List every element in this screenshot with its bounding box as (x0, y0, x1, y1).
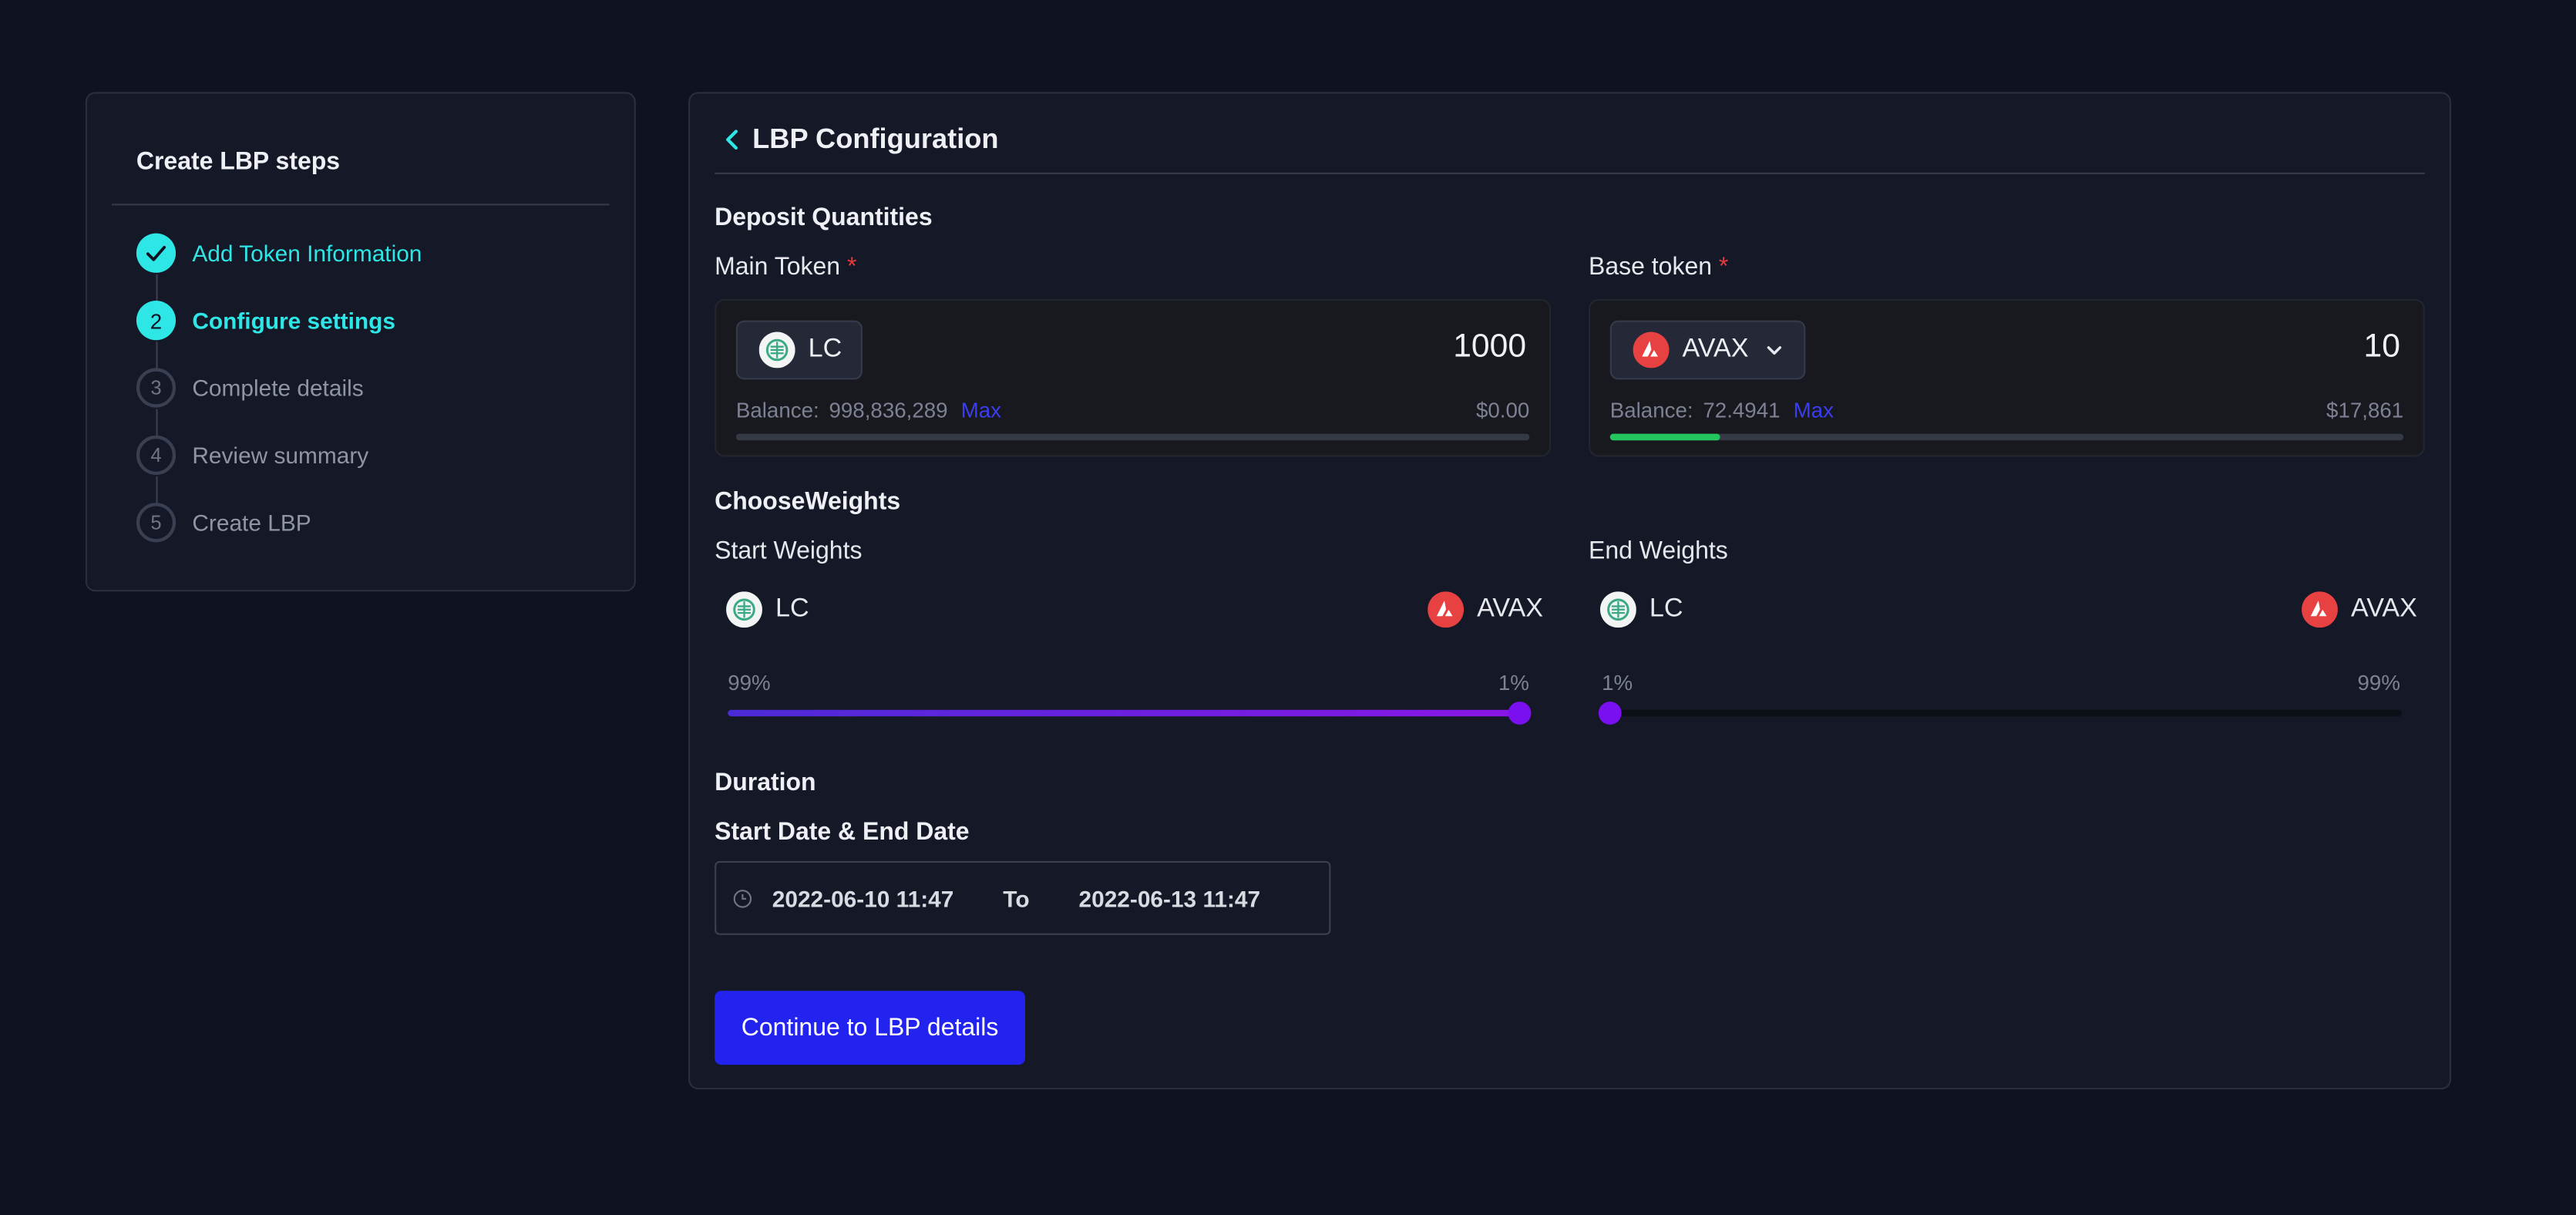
main-token-label: Main Token * (715, 253, 856, 281)
main-token-symbol: LC (808, 335, 842, 364)
start-weights-label: Start Weights (715, 537, 863, 566)
slider-thumb[interactable] (1508, 702, 1532, 725)
step-label: Review summary (192, 442, 369, 469)
base-token-selector[interactable]: AVAX (1609, 320, 1807, 380)
steps-panel: Create LBP steps Add Token Information 2… (85, 92, 636, 592)
lc-token-icon (726, 591, 762, 628)
base-token-card: AVAX Balance: 72.4941 Max $17,861 (1589, 298, 2425, 457)
slider-thumb[interactable] (1598, 702, 1622, 725)
required-mark: * (846, 253, 857, 281)
base-token-usd-value: $17,861 (2326, 397, 2404, 422)
main-token-amount-input[interactable] (1194, 327, 1530, 369)
base-token-balance: Balance: 72.4941 Max (1610, 398, 1834, 422)
step-add-token-information[interactable]: Add Token Information (136, 232, 422, 274)
end-date: 2022-06-13 11:47 (1078, 884, 1261, 911)
step-create-lbp[interactable]: 5 Create LBP (136, 501, 311, 544)
step-number: 2 (136, 301, 177, 341)
chevron-down-icon (1767, 346, 1782, 355)
clock-icon (733, 889, 752, 907)
step-connector (156, 274, 158, 301)
end-right-pct: 99% (2357, 670, 2401, 695)
avax-token-icon (1428, 591, 1465, 628)
base-token-balance-bar (1609, 433, 2404, 441)
step-label: Add Token Information (192, 240, 422, 267)
step-number: 3 (136, 368, 177, 408)
step-label: Configure settings (192, 307, 395, 334)
duration-section-title: Duration (715, 769, 816, 797)
step-connector (156, 409, 158, 437)
lc-token-icon (1599, 591, 1636, 628)
start-date: 2022-06-10 11:47 (772, 884, 954, 911)
main-token-selector[interactable]: LC (735, 320, 863, 380)
date-range-picker[interactable]: 2022-06-10 11:47 To 2022-06-13 11:47 (715, 860, 1331, 935)
steps-divider (111, 204, 610, 206)
main-token-balance: Balance: 998,836,289 Max (736, 398, 1001, 422)
step-complete-details[interactable]: 3 Complete details (136, 366, 364, 409)
step-number: 4 (136, 435, 177, 475)
step-label: Create LBP (192, 509, 311, 536)
main-token-label-text: Main Token (715, 253, 841, 281)
main-token-max-button[interactable]: Max (961, 398, 1001, 422)
deposit-section-title: Deposit Quantities (715, 204, 933, 232)
base-token-label: Base token * (1589, 253, 1728, 281)
lc-token-icon (758, 332, 795, 369)
step-done-circle (136, 233, 177, 273)
slider-fill (728, 709, 1520, 717)
balance-label: Balance: (1609, 397, 1693, 422)
balance-value: 72.4941 (1703, 397, 1781, 422)
step-connector (156, 342, 158, 370)
date-range-label: Start Date & End Date (715, 818, 970, 846)
step-number: 5 (136, 503, 177, 543)
balance-bar-fill (1609, 433, 1720, 441)
start-weight-lc: LC (726, 591, 809, 628)
avax-token-icon (2302, 591, 2338, 628)
step-configure-settings[interactable]: 2 Configure settings (136, 299, 395, 342)
step-label: Complete details (192, 374, 364, 402)
start-left-pct: 99% (728, 670, 771, 695)
base-token-symbol: AVAX (1682, 335, 1749, 364)
base-token-label-text: Base token (1589, 253, 1713, 281)
end-weight-avax: AVAX (2302, 591, 2417, 628)
weights-section-title: ChooseWeights (715, 488, 901, 517)
main-token-balance-bar (735, 433, 1530, 441)
start-weight-avax: AVAX (1428, 591, 1543, 628)
check-icon (146, 245, 166, 261)
base-token-amount-input[interactable] (2068, 327, 2404, 369)
required-mark: * (1718, 253, 1729, 281)
title-divider (715, 172, 2425, 174)
token-symbol: AVAX (1477, 594, 1544, 623)
end-weight-lc: LC (1599, 591, 1683, 628)
steps-title: Create LBP steps (136, 147, 341, 177)
step-review-summary[interactable]: 4 Review summary (136, 434, 368, 476)
balance-value: 998,836,289 (829, 397, 948, 422)
main-token-card: LC Balance: 998,836,289 Max $0.00 (715, 298, 1552, 457)
start-weight-slider[interactable] (728, 702, 1532, 725)
token-symbol: AVAX (2351, 594, 2417, 623)
start-right-pct: 1% (1498, 670, 1529, 695)
end-weights-label: End Weights (1589, 537, 1728, 566)
step-connector (156, 476, 158, 505)
end-weight-slider[interactable] (1598, 702, 2403, 725)
balance-label: Balance: (735, 397, 819, 422)
date-separator: To (1003, 884, 1030, 911)
main-token-usd-value: $0.00 (1475, 397, 1530, 422)
lbp-configuration-panel: LBP Configuration Deposit Quantities Mai… (688, 92, 2452, 1090)
back-button[interactable] (721, 126, 745, 153)
continue-button[interactable]: Continue to LBP details (715, 991, 1025, 1065)
app-root: Create LBP steps Add Token Information 2… (0, 0, 2576, 1214)
chevron-left-icon (726, 130, 738, 150)
end-left-pct: 1% (1602, 670, 1633, 695)
avax-token-icon (1633, 332, 1670, 369)
page-title: LBP Configuration (752, 123, 999, 155)
token-symbol: LC (1649, 594, 1683, 623)
base-token-max-button[interactable]: Max (1794, 398, 1834, 422)
token-symbol: LC (775, 594, 809, 623)
